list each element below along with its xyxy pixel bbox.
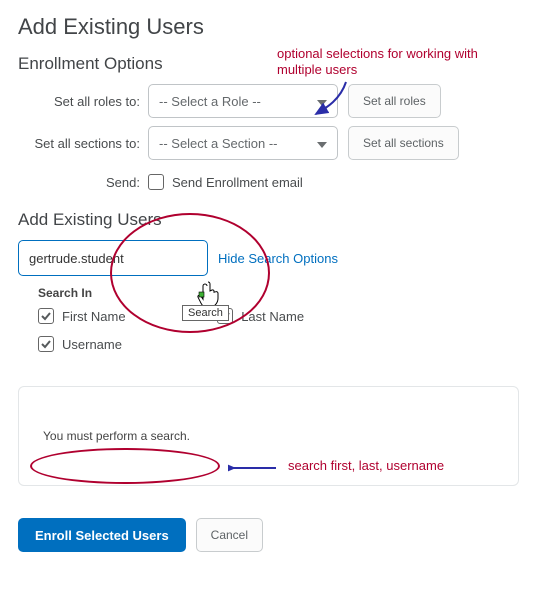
set-all-sections-button[interactable]: Set all sections <box>348 126 459 160</box>
cancel-button[interactable]: Cancel <box>196 518 263 552</box>
label-send: Send: <box>18 175 148 190</box>
search-in-legend: Search In <box>38 286 519 300</box>
arrow-top-icon <box>310 80 350 118</box>
check-last-name[interactable]: Last Name <box>217 308 304 324</box>
must-search-text: You must perform a search. <box>43 429 190 443</box>
arrow-bottom-icon <box>228 460 278 476</box>
annotation-bottom: search first, last, username <box>288 458 444 473</box>
send-email-label: Send Enrollment email <box>172 175 303 190</box>
send-email-checkbox[interactable]: Send Enrollment email <box>148 174 303 190</box>
search-input[interactable] <box>19 251 208 266</box>
add-existing-users-title: Add Existing Users <box>18 210 519 230</box>
set-all-roles-button[interactable]: Set all roles <box>348 84 441 118</box>
page-title: Add Existing Users <box>18 14 519 40</box>
label-roles: Set all roles to: <box>18 94 148 109</box>
label-sections: Set all sections to: <box>18 136 148 151</box>
check-username[interactable]: Username <box>38 336 122 352</box>
chevron-down-icon <box>317 136 327 151</box>
search-box[interactable] <box>18 240 208 276</box>
check-first-name[interactable]: First Name <box>38 308 126 324</box>
select-section[interactable]: -- Select a Section -- <box>148 126 338 160</box>
enroll-selected-users-button[interactable]: Enroll Selected Users <box>18 518 186 552</box>
annotation-top: optional selections for working with mul… <box>277 46 507 77</box>
select-role-value: -- Select a Role -- <box>159 94 261 109</box>
select-section-value: -- Select a Section -- <box>159 136 278 151</box>
search-tooltip: Search <box>182 305 229 321</box>
hide-search-options-link[interactable]: Hide Search Options <box>218 251 338 266</box>
